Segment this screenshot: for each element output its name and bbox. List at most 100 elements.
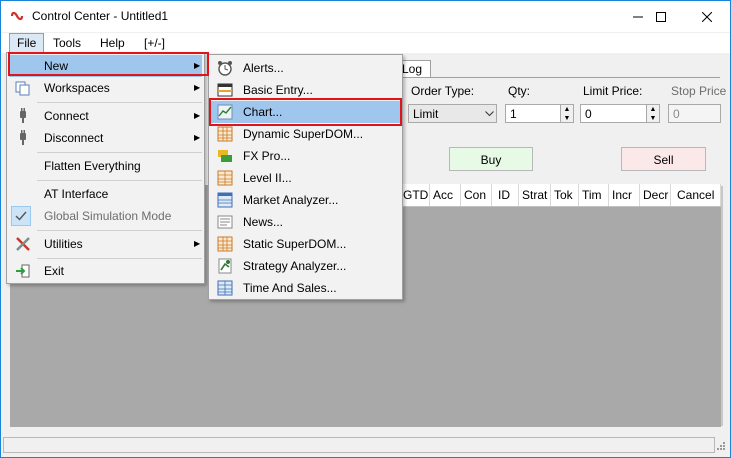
- menu-file[interactable]: File: [9, 33, 45, 54]
- menu-item-label: Global Simulation Mode: [44, 209, 172, 223]
- app-logo-icon: [10, 11, 24, 21]
- disconnect-plug-icon: [20, 130, 26, 145]
- menu-item-label: Dynamic SuperDOM...: [243, 127, 364, 141]
- buy-button[interactable]: Buy: [449, 147, 533, 171]
- menu-item-label: Alerts...: [243, 61, 284, 75]
- superdom-grid-icon: [217, 126, 233, 142]
- sell-button[interactable]: Sell: [621, 147, 706, 171]
- file-menu-item-connect[interactable]: Connect ▶: [9, 105, 202, 127]
- market-analyzer-icon: [217, 192, 233, 208]
- submenu-arrow-icon: ▶: [194, 83, 201, 92]
- file-menu-item-at-interface[interactable]: AT Interface: [9, 183, 202, 205]
- menu-item-label: FX Pro...: [243, 149, 291, 163]
- file-menu-item-utilities[interactable]: Utilities ▶: [9, 233, 202, 255]
- column-gtd[interactable]: GTD: [400, 184, 430, 206]
- order-type-select[interactable]: Limit: [408, 104, 497, 123]
- file-menu-item-disconnect[interactable]: Disconnect ▶: [9, 127, 202, 149]
- file-menu-item-global-simulation-mode[interactable]: Global Simulation Mode: [9, 205, 202, 227]
- column-acc[interactable]: Acc: [430, 184, 461, 206]
- qty-label: Qty:: [508, 84, 531, 98]
- menu-separator: [37, 180, 202, 181]
- file-menu-item-workspaces[interactable]: Workspaces ▶: [9, 77, 202, 99]
- menu-separator: [37, 258, 202, 259]
- menu-expand-toggle[interactable]: [+/-]: [138, 35, 171, 51]
- annotation-highlight-new: [8, 52, 209, 76]
- new-submenu: Alerts... Basic Entry... Chart... Dynami…: [208, 54, 403, 300]
- menu-help[interactable]: Help: [94, 35, 131, 51]
- vertical-scrollbar[interactable]: [721, 186, 723, 426]
- qty-input[interactable]: 1: [505, 104, 561, 123]
- basic-entry-icon: [217, 83, 233, 97]
- stop-price-label: Stop Price: [671, 84, 727, 98]
- file-menu-item-exit[interactable]: Exit: [9, 260, 202, 282]
- new-submenu-item-market-analyzer[interactable]: Market Analyzer...: [211, 189, 400, 211]
- close-button[interactable]: [684, 1, 730, 32]
- strategy-analyzer-icon: [218, 258, 232, 274]
- alarm-clock-icon: [218, 61, 232, 76]
- order-type-label: Order Type:: [411, 84, 475, 98]
- submenu-arrow-icon: ▶: [194, 133, 201, 142]
- menu-item-label: Disconnect: [44, 131, 104, 145]
- new-submenu-item-alerts[interactable]: Alerts...: [211, 57, 400, 79]
- window-title: Control Center - Untitled1: [32, 9, 169, 23]
- qty-stepper[interactable]: ▲ ▼: [560, 104, 574, 123]
- stop-price-input[interactable]: 0: [668, 104, 721, 123]
- new-submenu-item-time-and-sales[interactable]: Time And Sales...: [211, 277, 400, 299]
- menu-item-label: Time And Sales...: [243, 281, 337, 295]
- column-id[interactable]: ID: [492, 184, 519, 206]
- menu-separator: [37, 102, 202, 103]
- new-submenu-item-level-ii[interactable]: Level II...: [211, 167, 400, 189]
- new-submenu-item-news[interactable]: News...: [211, 211, 400, 233]
- limit-price-label: Limit Price:: [583, 84, 643, 98]
- new-submenu-item-strategy-analyzer[interactable]: Strategy Analyzer...: [211, 255, 400, 277]
- title-bar: Control Center - Untitled1: [1, 1, 730, 32]
- check-box: [11, 206, 31, 226]
- column-incr[interactable]: Incr: [609, 184, 640, 206]
- menu-item-label: Strategy Analyzer...: [243, 259, 347, 273]
- chevron-down-icon: [485, 111, 494, 117]
- menu-item-label: Exit: [44, 264, 65, 278]
- submenu-arrow-icon: ▶: [194, 239, 201, 248]
- menu-item-label: Flatten Everything: [44, 159, 141, 173]
- limit-price-stepper[interactable]: ▲ ▼: [646, 104, 660, 123]
- menu-separator: [37, 230, 202, 231]
- workspaces-icon: [15, 81, 30, 96]
- utilities-tools-icon: [16, 237, 30, 251]
- menu-item-label: Level II...: [243, 171, 292, 185]
- resize-grip-icon[interactable]: [716, 441, 726, 451]
- new-submenu-item-dynamic-superdom[interactable]: Dynamic SuperDOM...: [211, 123, 400, 145]
- limit-price-value: 0: [585, 107, 592, 121]
- new-submenu-item-static-superdom[interactable]: Static SuperDOM...: [211, 233, 400, 255]
- menu-item-label: Workspaces: [44, 81, 110, 95]
- menu-item-label: Market Analyzer...: [243, 193, 339, 207]
- file-menu-item-flatten-everything[interactable]: Flatten Everything: [9, 155, 202, 177]
- menu-item-label: Utilities: [44, 237, 83, 251]
- maximize-button[interactable]: [638, 1, 684, 32]
- menu-bar: File Tools Help [+/-]: [1, 33, 730, 54]
- column-con[interactable]: Con: [461, 184, 492, 206]
- connect-plug-icon: [20, 108, 26, 123]
- menu-item-label: Connect: [44, 109, 89, 123]
- exit-icon: [16, 264, 30, 278]
- new-submenu-item-fx-pro[interactable]: FX Pro...: [211, 145, 400, 167]
- column-cancel[interactable]: Cancel: [671, 184, 721, 206]
- static-superdom-icon: [217, 236, 233, 252]
- column-strat[interactable]: Strat: [519, 184, 551, 206]
- menu-tools[interactable]: Tools: [47, 35, 87, 51]
- column-tok[interactable]: Tok: [551, 184, 579, 206]
- menu-item-label: Static SuperDOM...: [243, 237, 347, 251]
- status-bar: [3, 437, 715, 453]
- order-type-value: Limit: [413, 107, 439, 121]
- file-menu: New ▶ Workspaces ▶ Connect ▶ Disconnect …: [6, 52, 205, 284]
- level-ii-icon: [217, 170, 233, 186]
- news-icon: [217, 215, 233, 229]
- fx-pro-icon: [218, 150, 232, 162]
- orders-grid-header: GTD Acc Con ID Strat Tok Tim Incr Decr C…: [400, 184, 721, 207]
- limit-price-input[interactable]: 0: [580, 104, 647, 123]
- column-decr[interactable]: Decr: [640, 184, 671, 206]
- column-tim[interactable]: Tim: [579, 184, 609, 206]
- menu-item-label: AT Interface: [44, 187, 109, 201]
- qty-value: 1: [510, 107, 517, 121]
- menu-item-label: News...: [243, 215, 284, 229]
- close-icon: [702, 11, 712, 22]
